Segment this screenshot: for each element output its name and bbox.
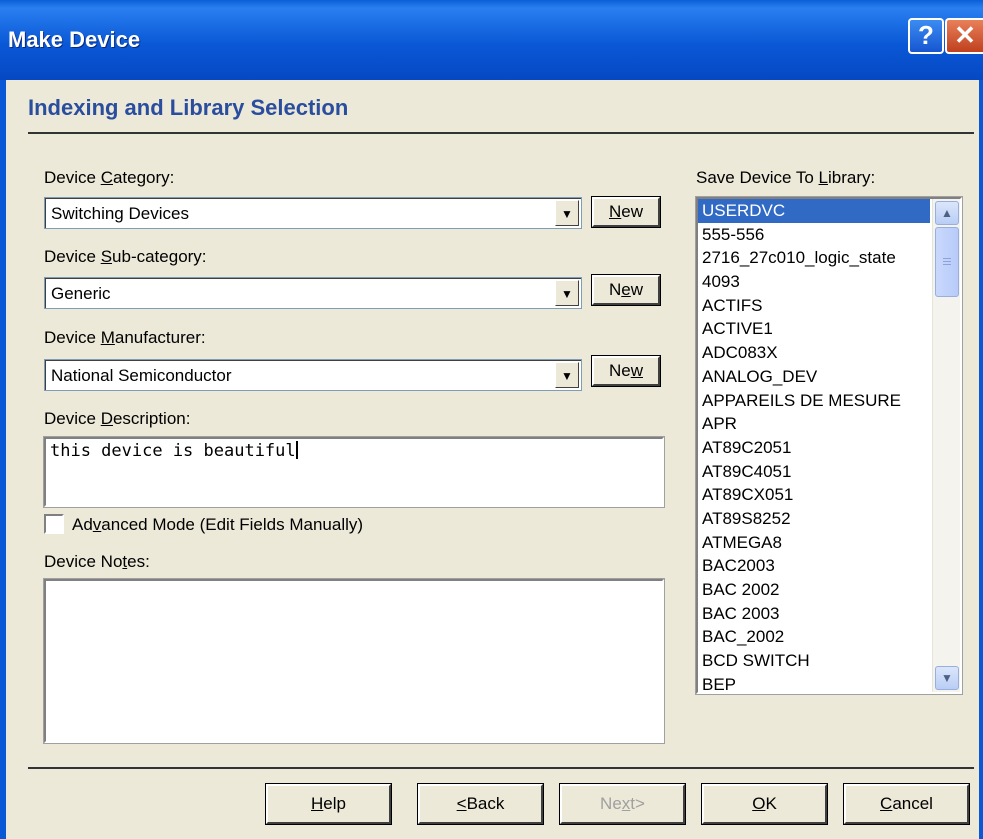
library-list-item[interactable]: 555-556	[698, 223, 930, 247]
device-notes-label: Device Notes:	[44, 552, 150, 571]
section-title: Indexing and Library Selection	[28, 95, 349, 120]
device-description-field[interactable]: this device is beautiful	[43, 436, 665, 508]
help-button[interactable]: Help	[265, 783, 392, 825]
device-description-label: Device Description:	[44, 409, 191, 428]
scroll-thumb[interactable]	[935, 227, 959, 297]
new-manufacturer-button[interactable]: New	[591, 355, 661, 387]
library-list-item[interactable]: BAC_2002	[698, 625, 930, 649]
library-list-item[interactable]: BAC 2003	[698, 602, 930, 626]
text-caret	[295, 441, 298, 459]
scroll-up-icon[interactable]: ▲	[935, 201, 959, 225]
device-subcategory-label: Device Sub-category:	[44, 247, 207, 266]
new-category-button[interactable]: New	[591, 196, 661, 228]
library-list-item[interactable]: BEP	[698, 673, 930, 692]
device-manufacturer-label: Device Manufacturer:	[44, 328, 206, 347]
next-button[interactable]: Next>	[559, 783, 686, 825]
device-manufacturer-select[interactable]: National Semiconductor ▼	[44, 359, 582, 391]
library-list-item[interactable]: AT89C4051	[698, 460, 930, 484]
device-subcategory-select[interactable]: Generic ▼	[44, 277, 582, 309]
library-list-item[interactable]: 4093	[698, 270, 930, 294]
library-list-item[interactable]: ADC083X	[698, 341, 930, 365]
library-list-item[interactable]: APPAREILS DE MESURE	[698, 389, 930, 413]
chevron-down-icon[interactable]: ▼	[555, 280, 579, 306]
ok-button[interactable]: OK	[701, 783, 828, 825]
library-list-item[interactable]: BCD SWITCH	[698, 649, 930, 673]
help-icon[interactable]: ?	[908, 18, 944, 54]
library-items: USERDVC 555-556 2716_27c010_logic_state 409…	[698, 199, 930, 692]
footer-divider	[28, 767, 974, 769]
chevron-down-icon[interactable]: ▼	[555, 200, 579, 226]
device-category-select[interactable]: Switching Devices ▼	[44, 197, 582, 229]
library-list-item[interactable]: BAC 2002	[698, 578, 930, 602]
library-scrollbar[interactable]: ▲ ▼	[932, 199, 960, 692]
library-list-item[interactable]: ANALOG_DEV	[698, 365, 930, 389]
close-icon[interactable]: ✕	[945, 18, 983, 54]
library-list-item[interactable]: AT89CX051	[698, 483, 930, 507]
window-border-right	[979, 80, 983, 839]
library-list-item[interactable]: BAC2003	[698, 554, 930, 578]
library-listbox[interactable]: USERDVC 555-556 2716_27c010_logic_state 409…	[695, 196, 963, 695]
header-divider	[28, 132, 974, 134]
title-bar: Make Device ? ✕	[0, 0, 983, 80]
device-manufacturer-value: National Semiconductor	[51, 366, 232, 385]
device-category-value: Switching Devices	[51, 204, 189, 223]
library-list-item[interactable]: 2716_27c010_logic_state	[698, 246, 930, 270]
window-title: Make Device	[8, 27, 141, 52]
library-list-item[interactable]: APR	[698, 412, 930, 436]
library-list-item[interactable]: ACTIVE1	[698, 317, 930, 341]
window-border-left	[0, 80, 6, 839]
chevron-down-icon[interactable]: ▼	[555, 362, 579, 388]
device-description-value: this device is beautiful	[50, 441, 296, 461]
library-label: Save Device To Library:	[696, 168, 876, 187]
device-notes-field[interactable]	[43, 578, 665, 744]
library-list-item[interactable]: AT89C2051	[698, 436, 930, 460]
cancel-button[interactable]: Cancel	[843, 783, 970, 825]
back-button[interactable]: <Back	[417, 783, 544, 825]
new-subcategory-button[interactable]: New	[591, 274, 661, 306]
library-list-item[interactable]: USERDVC	[698, 199, 930, 223]
library-list-item[interactable]: AT89S8252	[698, 507, 930, 531]
advanced-mode-label: Advanced Mode (Edit Fields Manually)	[72, 515, 364, 534]
advanced-mode-checkbox[interactable]	[44, 514, 64, 534]
device-subcategory-value: Generic	[51, 284, 111, 303]
device-category-label: Device Category:	[44, 168, 175, 187]
scroll-down-icon[interactable]: ▼	[935, 666, 959, 690]
library-list-item[interactable]: ACTIFS	[698, 294, 930, 318]
library-list-item[interactable]: ATMEGA8	[698, 531, 930, 555]
